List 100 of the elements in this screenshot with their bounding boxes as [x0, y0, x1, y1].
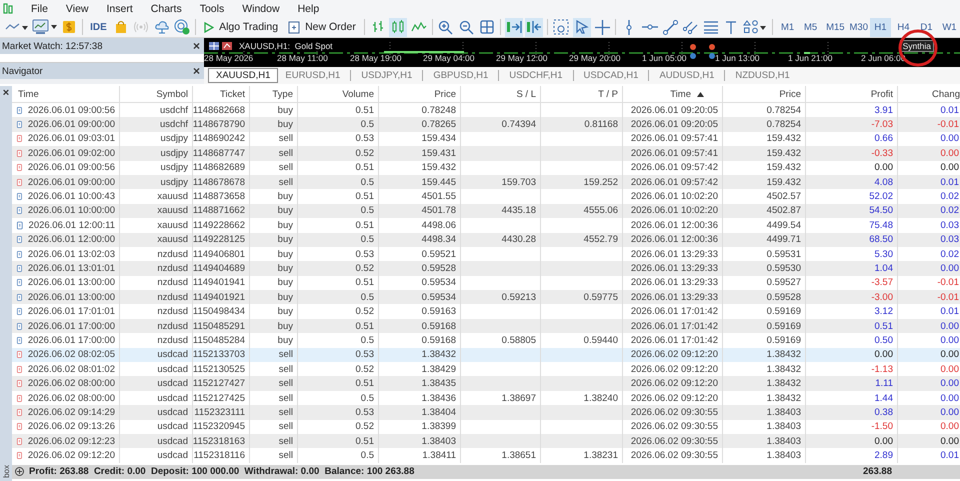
column-header[interactable]: Ticket [193, 86, 250, 102]
timeframe-button[interactable]: D1 [916, 18, 937, 36]
column-header[interactable]: T / P [541, 86, 623, 102]
timeframe-button[interactable]: W1 [938, 18, 960, 36]
table-cell-text: 0.00 [940, 434, 960, 448]
cursor-icon[interactable] [572, 18, 591, 36]
table-cell-text: 0.00 [940, 362, 960, 376]
ide-button[interactable]: IDE [87, 18, 110, 36]
table-cell: 1152318116 [193, 448, 250, 463]
table-cell: 2026.06.01 10:00:43 [28, 191, 115, 202]
column-header[interactable]: Type [250, 86, 298, 102]
timeframe-button[interactable]: H1 [870, 18, 891, 36]
chart-tab[interactable]: XAUUSD,H1 [208, 68, 278, 83]
algo-trading-button[interactable]: Algo Trading [200, 18, 282, 36]
toolbox-label: box [2, 465, 10, 478]
table-cell: 1.38651 [461, 448, 541, 463]
table-cell-text: 0.00 [940, 392, 960, 406]
table-cell: 2026.06.01 17:01:01 [28, 306, 115, 318]
timeframe-button[interactable]: M15 [823, 18, 844, 36]
table-cell: 2026.06.01 10:00:00 [28, 205, 115, 216]
table-cell: 2026.06.02 09:30:55 [623, 448, 723, 463]
chart-tab[interactable]: USDJPY,H1 [354, 69, 420, 82]
table-cell-text: 0.03 [940, 218, 960, 233]
new-order-button[interactable]: New Order [284, 18, 360, 36]
table-cell-text: 0.00 [940, 348, 960, 362]
chart-shift-icon[interactable] [524, 18, 544, 36]
timeframe-button[interactable]: M30 [846, 18, 868, 36]
table-cell: 2026.06.01 09:00:00 [28, 176, 115, 188]
menu-item[interactable]: File [22, 2, 57, 14]
chart-title: XAUUSD,H1: Gold Spot [239, 40, 333, 50]
table-cell: 2.89 [806, 448, 898, 463]
table-cell: 2026.06.01 09:00:56 [28, 162, 115, 174]
close-button[interactable]: × [2, 88, 10, 99]
table-cell: 2026.06.02 09:12:23 [28, 436, 115, 447]
close-button[interactable]: × [192, 39, 200, 53]
menu-item[interactable]: View [56, 2, 98, 14]
timeframe-button[interactable]: M1 [777, 18, 798, 36]
table-cell: 2026.06.02 08:00:00 [28, 378, 115, 390]
play-icon [204, 22, 214, 32]
table-cell-text: -0.01 [936, 118, 960, 132]
total-profit: 263.88 [862, 466, 893, 478]
chart-tab[interactable]: USDCAD,H1 [576, 69, 646, 82]
crosshair-icon[interactable] [592, 18, 612, 36]
table-cell: 1.38231 [541, 448, 623, 463]
table-cell-text: 0.00 [940, 132, 960, 146]
table-cell: 2026.06.02 09:14:29 [28, 406, 115, 418]
table-cell-text: -0.01 [936, 276, 960, 290]
candlestick-icon[interactable] [389, 18, 408, 36]
table-cell: 1.38403 [723, 448, 806, 463]
axis-label: 28 May 11:00 [277, 53, 329, 63]
table-cell-text: 0.00 [940, 406, 960, 420]
axis-label: 1 Jun 21:00 [788, 53, 834, 63]
table-cell: 2026.06.02 09:13:26 [28, 421, 115, 432]
timeframe-button[interactable]: M5 [800, 18, 822, 36]
table-cell: 2026.06.02 08:00:00 [28, 392, 115, 404]
table-cell: 2026.06.01 13:00:00 [28, 292, 115, 303]
table-cell: 2026.06.02 08:01:02 [28, 364, 115, 375]
menu-item[interactable]: Help [288, 2, 328, 14]
chart-tab[interactable]: GBPUSD,H1 [426, 69, 496, 82]
menu-item[interactable]: Window [233, 2, 289, 14]
radar-icon[interactable] [172, 18, 192, 36]
auto-scroll-icon[interactable] [504, 18, 523, 36]
menu-item[interactable]: Charts [142, 2, 191, 14]
chart-tab[interactable]: NZDUSD,H1 [728, 69, 797, 82]
column-header[interactable]: Price [723, 86, 806, 102]
close-button[interactable]: × [192, 64, 200, 78]
timeframe-button[interactable]: H4 [892, 18, 914, 36]
table-cell: usdcad [120, 448, 193, 463]
axis-label: 28 May 2026 [204, 53, 254, 63]
table-cell-text: 0.00 [940, 146, 960, 161]
table-cell: 2026.06.01 09:00:00 [28, 119, 115, 130]
column-header[interactable]: Price [379, 86, 461, 102]
column-header[interactable]: Symbol [120, 86, 193, 102]
chart-tab[interactable]: USDCHF,H1 [502, 69, 570, 82]
table-cell: 2026.06.01 09:03:01 [28, 133, 115, 144]
period-separator-icon[interactable] [552, 18, 571, 36]
column-header[interactable]: Profit [806, 86, 898, 102]
column-header[interactable]: Time [623, 86, 723, 102]
chart-tab[interactable]: AUDUSD,H1 [652, 69, 722, 82]
table-cell: 2026.06.01 17:00:00 [28, 320, 115, 332]
column-header[interactable]: Volume [298, 86, 379, 102]
axis-label: 28 May 19:00 [350, 53, 403, 63]
menu-item[interactable]: Insert [98, 2, 142, 14]
column-header[interactable]: S / L [461, 86, 541, 102]
table-cell-text: 0.01 [940, 104, 960, 118]
table-cell: 2026.06.01 12:00:11 [28, 220, 115, 231]
table-cell: 2026.06.01 13:01:01 [28, 262, 115, 274]
table-cell: 1.38411 [379, 448, 461, 463]
column-header[interactable]: Chang [898, 86, 960, 102]
table-cell-text: 0.00 [940, 161, 960, 175]
table-cell-text: 0.00 [940, 377, 960, 391]
template-icon[interactable] [32, 18, 58, 36]
table-cell: sell [250, 448, 298, 463]
table-cell-text: 0.01 [940, 305, 960, 319]
menu-item[interactable]: Tools [190, 2, 234, 14]
trend-line-icon[interactable] [660, 18, 680, 36]
chart-tab[interactable]: EURUSD,H1 [278, 69, 348, 82]
column-header[interactable]: Time [12, 86, 120, 102]
table-cell-text: 0.02 [940, 204, 960, 218]
table-cell-text: 0.01 [940, 176, 960, 190]
